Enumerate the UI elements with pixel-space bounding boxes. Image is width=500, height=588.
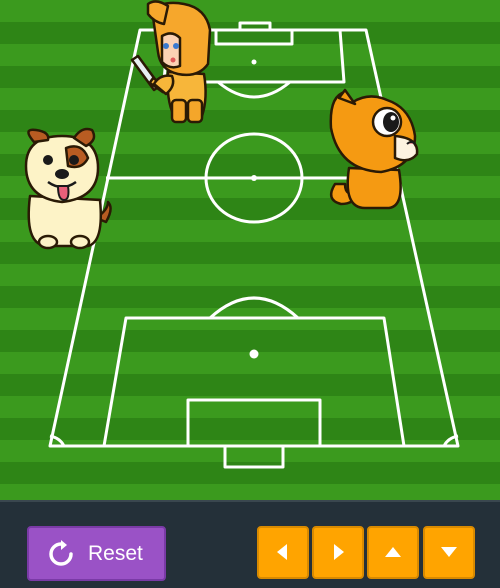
up-arrow-button[interactable] [367, 526, 419, 579]
down-arrow-button[interactable] [423, 526, 475, 579]
left-arrow-icon [277, 544, 287, 560]
reset-button[interactable]: Reset [27, 526, 166, 581]
down-arrow-icon [441, 547, 457, 557]
controls-toolbar: Reset [0, 500, 500, 588]
soccer-field [0, 0, 500, 500]
dog-icon [24, 127, 112, 250]
game-stage [0, 0, 500, 500]
left-arrow-button[interactable] [257, 526, 309, 579]
up-arrow-icon [385, 547, 401, 557]
knight-sword-icon [130, 0, 212, 124]
right-arrow-button[interactable] [312, 526, 364, 579]
right-arrow-icon [334, 544, 344, 560]
reset-label: Reset [88, 542, 143, 565]
cat-icon [329, 88, 419, 210]
reset-icon [49, 540, 73, 566]
